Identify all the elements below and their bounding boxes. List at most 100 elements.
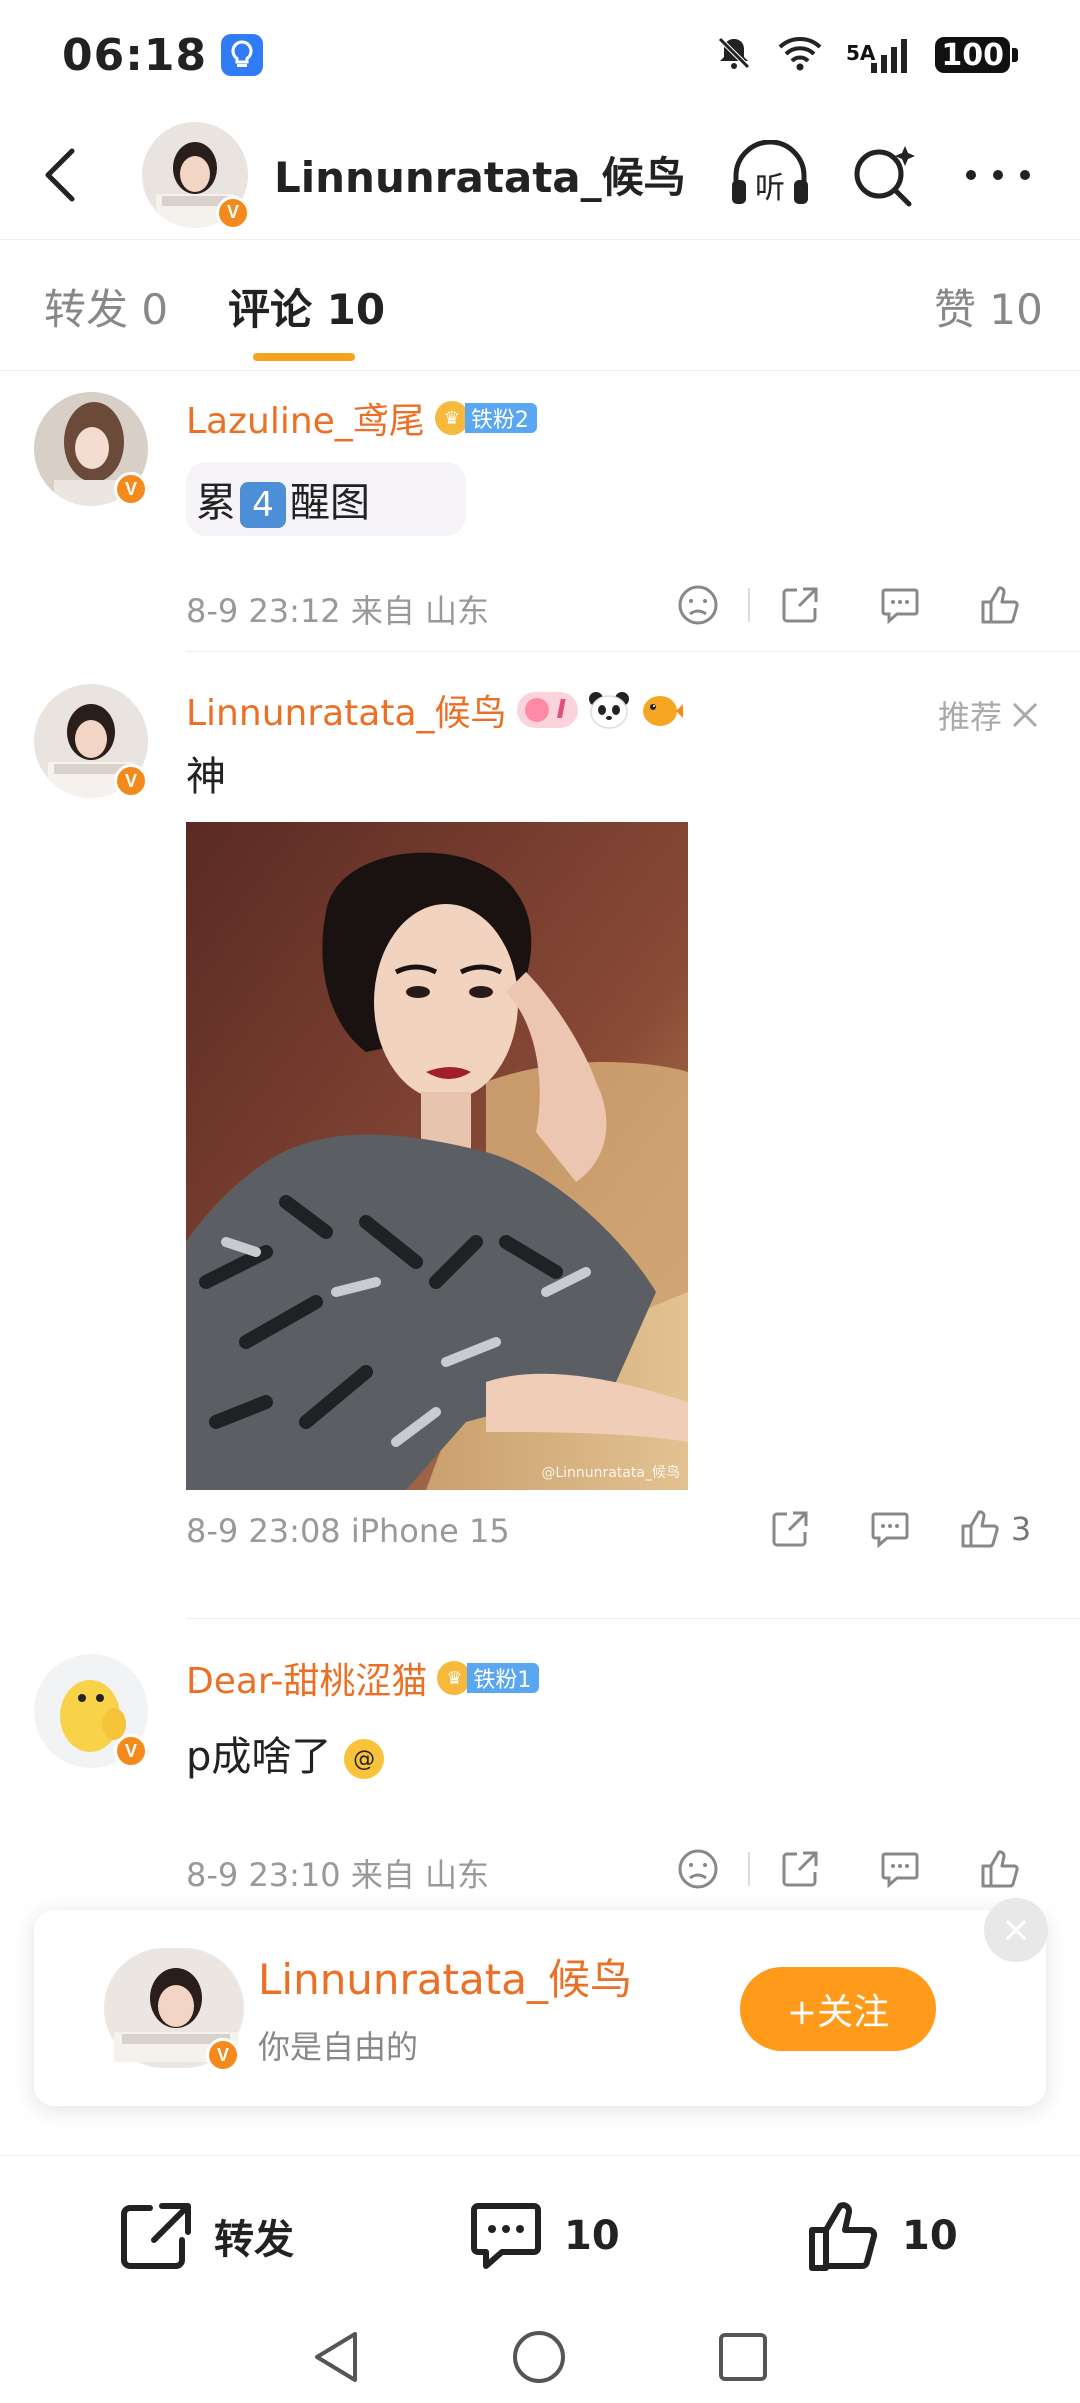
follow-avatar[interactable]: V <box>94 1948 254 2072</box>
repost-button[interactable]: 转发 <box>118 2156 294 2316</box>
comment-item: V Linnunratata_候鸟 I 推荐 神 @Linnunratata_候… <box>0 652 1080 1622</box>
comment-count: 10 <box>564 2213 620 2259</box>
thumb-up-icon <box>961 1510 999 1548</box>
comment-avatar[interactable]: V <box>34 684 148 798</box>
reply-button[interactable] <box>840 1494 940 1564</box>
comment-author[interactable]: Dear-甜桃涩猫 ♛ 铁粉1 <box>186 1652 540 1704</box>
listen-icon: 听 <box>732 139 808 206</box>
fan-badge-label: 铁粉1 <box>467 1663 540 1693</box>
reply-button[interactable] <box>850 570 950 640</box>
member-badge: I <box>516 692 579 728</box>
fan-badge: ♛ 铁粉2 <box>434 401 537 435</box>
share-button[interactable] <box>750 570 850 640</box>
listen-button[interactable]: 听 <box>728 133 812 217</box>
comment-author[interactable]: Linnunratata_候鸟 I <box>186 684 684 736</box>
comment-avatar[interactable]: V <box>34 392 148 506</box>
like-post-button[interactable]: 10 <box>806 2156 958 2316</box>
nav-back-button[interactable] <box>311 2330 361 2388</box>
share-button[interactable] <box>750 1834 850 1904</box>
comment-icon <box>881 1852 919 1889</box>
tab-comments[interactable]: 评论 10 <box>228 241 385 371</box>
signal-icon: 5A <box>846 35 913 75</box>
follow-button[interactable]: +关注 <box>740 1967 936 2051</box>
comment-item: V Dear-甜桃涩猫 ♛ 铁粉1 p成啥了 @ 8-9 23:10 来自 山东 <box>0 1620 1080 1920</box>
comment-text: p成啥了 @ <box>186 1720 396 1786</box>
tab-repost[interactable]: 转发 0 <box>44 241 168 371</box>
more-button[interactable] <box>956 133 1040 217</box>
status-bar: 06:18 5A 100 <box>0 0 1080 110</box>
header-avatar[interactable]: V <box>142 121 250 230</box>
panda-icon <box>588 691 630 729</box>
thumb-up-icon <box>809 2202 878 2271</box>
comment-item: V Lazuline_鸢尾 ♛ 铁粉2 累 4 醒图 8-9 23:12 来自 山东 <box>0 372 1080 652</box>
verified-badge-icon: V <box>114 764 148 798</box>
comment-photo[interactable]: @Linnunratata_候鸟 <box>186 822 688 1490</box>
fan-badge-label: 铁粉2 <box>464 403 537 433</box>
tab-bar: 转发 0 评论 10 赞 10 <box>0 241 1080 371</box>
header-title[interactable]: Linnunratata_候鸟 <box>274 144 686 205</box>
close-icon <box>1012 702 1038 728</box>
comment-text: 累 4 醒图 <box>186 462 466 536</box>
more-icon <box>966 169 1030 180</box>
like-button[interactable] <box>950 1834 1050 1904</box>
close-icon <box>1005 1919 1027 1941</box>
square-recents-icon <box>719 2333 767 2381</box>
recommend-label: 推荐 <box>937 698 1002 736</box>
verified-badge-icon: V <box>206 2038 240 2072</box>
comment-meta: 8-9 23:08 iPhone 15 <box>186 1512 510 1550</box>
reply-button[interactable] <box>850 1834 950 1904</box>
comment-actions <box>648 1834 1050 1904</box>
dislike-button[interactable] <box>648 570 748 640</box>
follow-suggestion-card: V Linnunratata_候鸟 你是自由的 +关注 <box>34 1898 1048 2106</box>
active-tab-indicator <box>253 353 355 361</box>
comment-avatar[interactable]: V <box>34 1654 148 1768</box>
search-button[interactable] <box>842 133 926 217</box>
share-icon <box>772 1511 808 1547</box>
comment-icon <box>871 1512 909 1549</box>
share-icon <box>782 587 818 623</box>
like-button[interactable] <box>950 570 1050 640</box>
dislike-button[interactable] <box>648 1834 748 1904</box>
sad-face-icon <box>678 585 718 625</box>
comment-author-name: Lazuline_鸢尾 <box>186 401 425 442</box>
battery-level: 100 <box>935 37 1010 73</box>
mute-bell-icon <box>714 33 754 77</box>
close-card-button[interactable] <box>984 1898 1048 1962</box>
sad-face-icon <box>678 1849 718 1889</box>
like-button[interactable]: 3 <box>940 1494 1050 1564</box>
follow-name[interactable]: Linnunratata_候鸟 <box>258 1946 632 2007</box>
comment-author[interactable]: Lazuline_鸢尾 ♛ 铁粉2 <box>186 392 537 444</box>
repost-label: 转发 <box>214 2217 294 2263</box>
dizzy-face-icon: @ <box>344 1739 385 1779</box>
network-label: 5A <box>845 41 876 65</box>
nav-recents-button[interactable] <box>717 2331 769 2387</box>
status-time: 06:18 <box>62 29 208 81</box>
verified-badge-icon: V <box>114 1734 148 1768</box>
wifi-icon <box>776 33 824 77</box>
share-icon <box>121 2203 191 2269</box>
recommend-dismiss[interactable]: 推荐 <box>938 692 1040 738</box>
photo-watermark: @Linnunratata_候鸟 <box>541 1465 680 1481</box>
back-button[interactable] <box>0 115 120 235</box>
crown-icon: ♛ <box>434 401 469 435</box>
comment-author-name: Dear-甜桃涩猫 <box>186 1661 428 1702</box>
tab-likes[interactable]: 赞 10 <box>934 241 1043 371</box>
comment-icon <box>471 2203 541 2269</box>
bottom-action-bar: 转发 10 10 <box>0 2155 1080 2315</box>
comment-actions: 3 <box>740 1494 1050 1564</box>
like-count: 3 <box>1010 1510 1032 1548</box>
back-icon <box>45 148 75 201</box>
share-icon <box>782 1851 818 1887</box>
share-button[interactable] <box>740 1494 840 1564</box>
nav-home-button[interactable] <box>511 2329 567 2389</box>
peach-icon <box>524 698 549 722</box>
comment-text: 神 <box>186 754 226 800</box>
battery-icon: 100 <box>935 37 1018 73</box>
pufferfish-icon <box>640 691 684 729</box>
verified-badge-icon: V <box>216 195 250 230</box>
circle-home-icon <box>513 2331 565 2383</box>
app-notification-icon <box>221 34 264 76</box>
comment-author-name: Linnunratata_候鸟 <box>186 693 507 734</box>
listen-label: 听 <box>755 171 785 206</box>
comment-button[interactable]: 10 <box>468 2156 620 2316</box>
